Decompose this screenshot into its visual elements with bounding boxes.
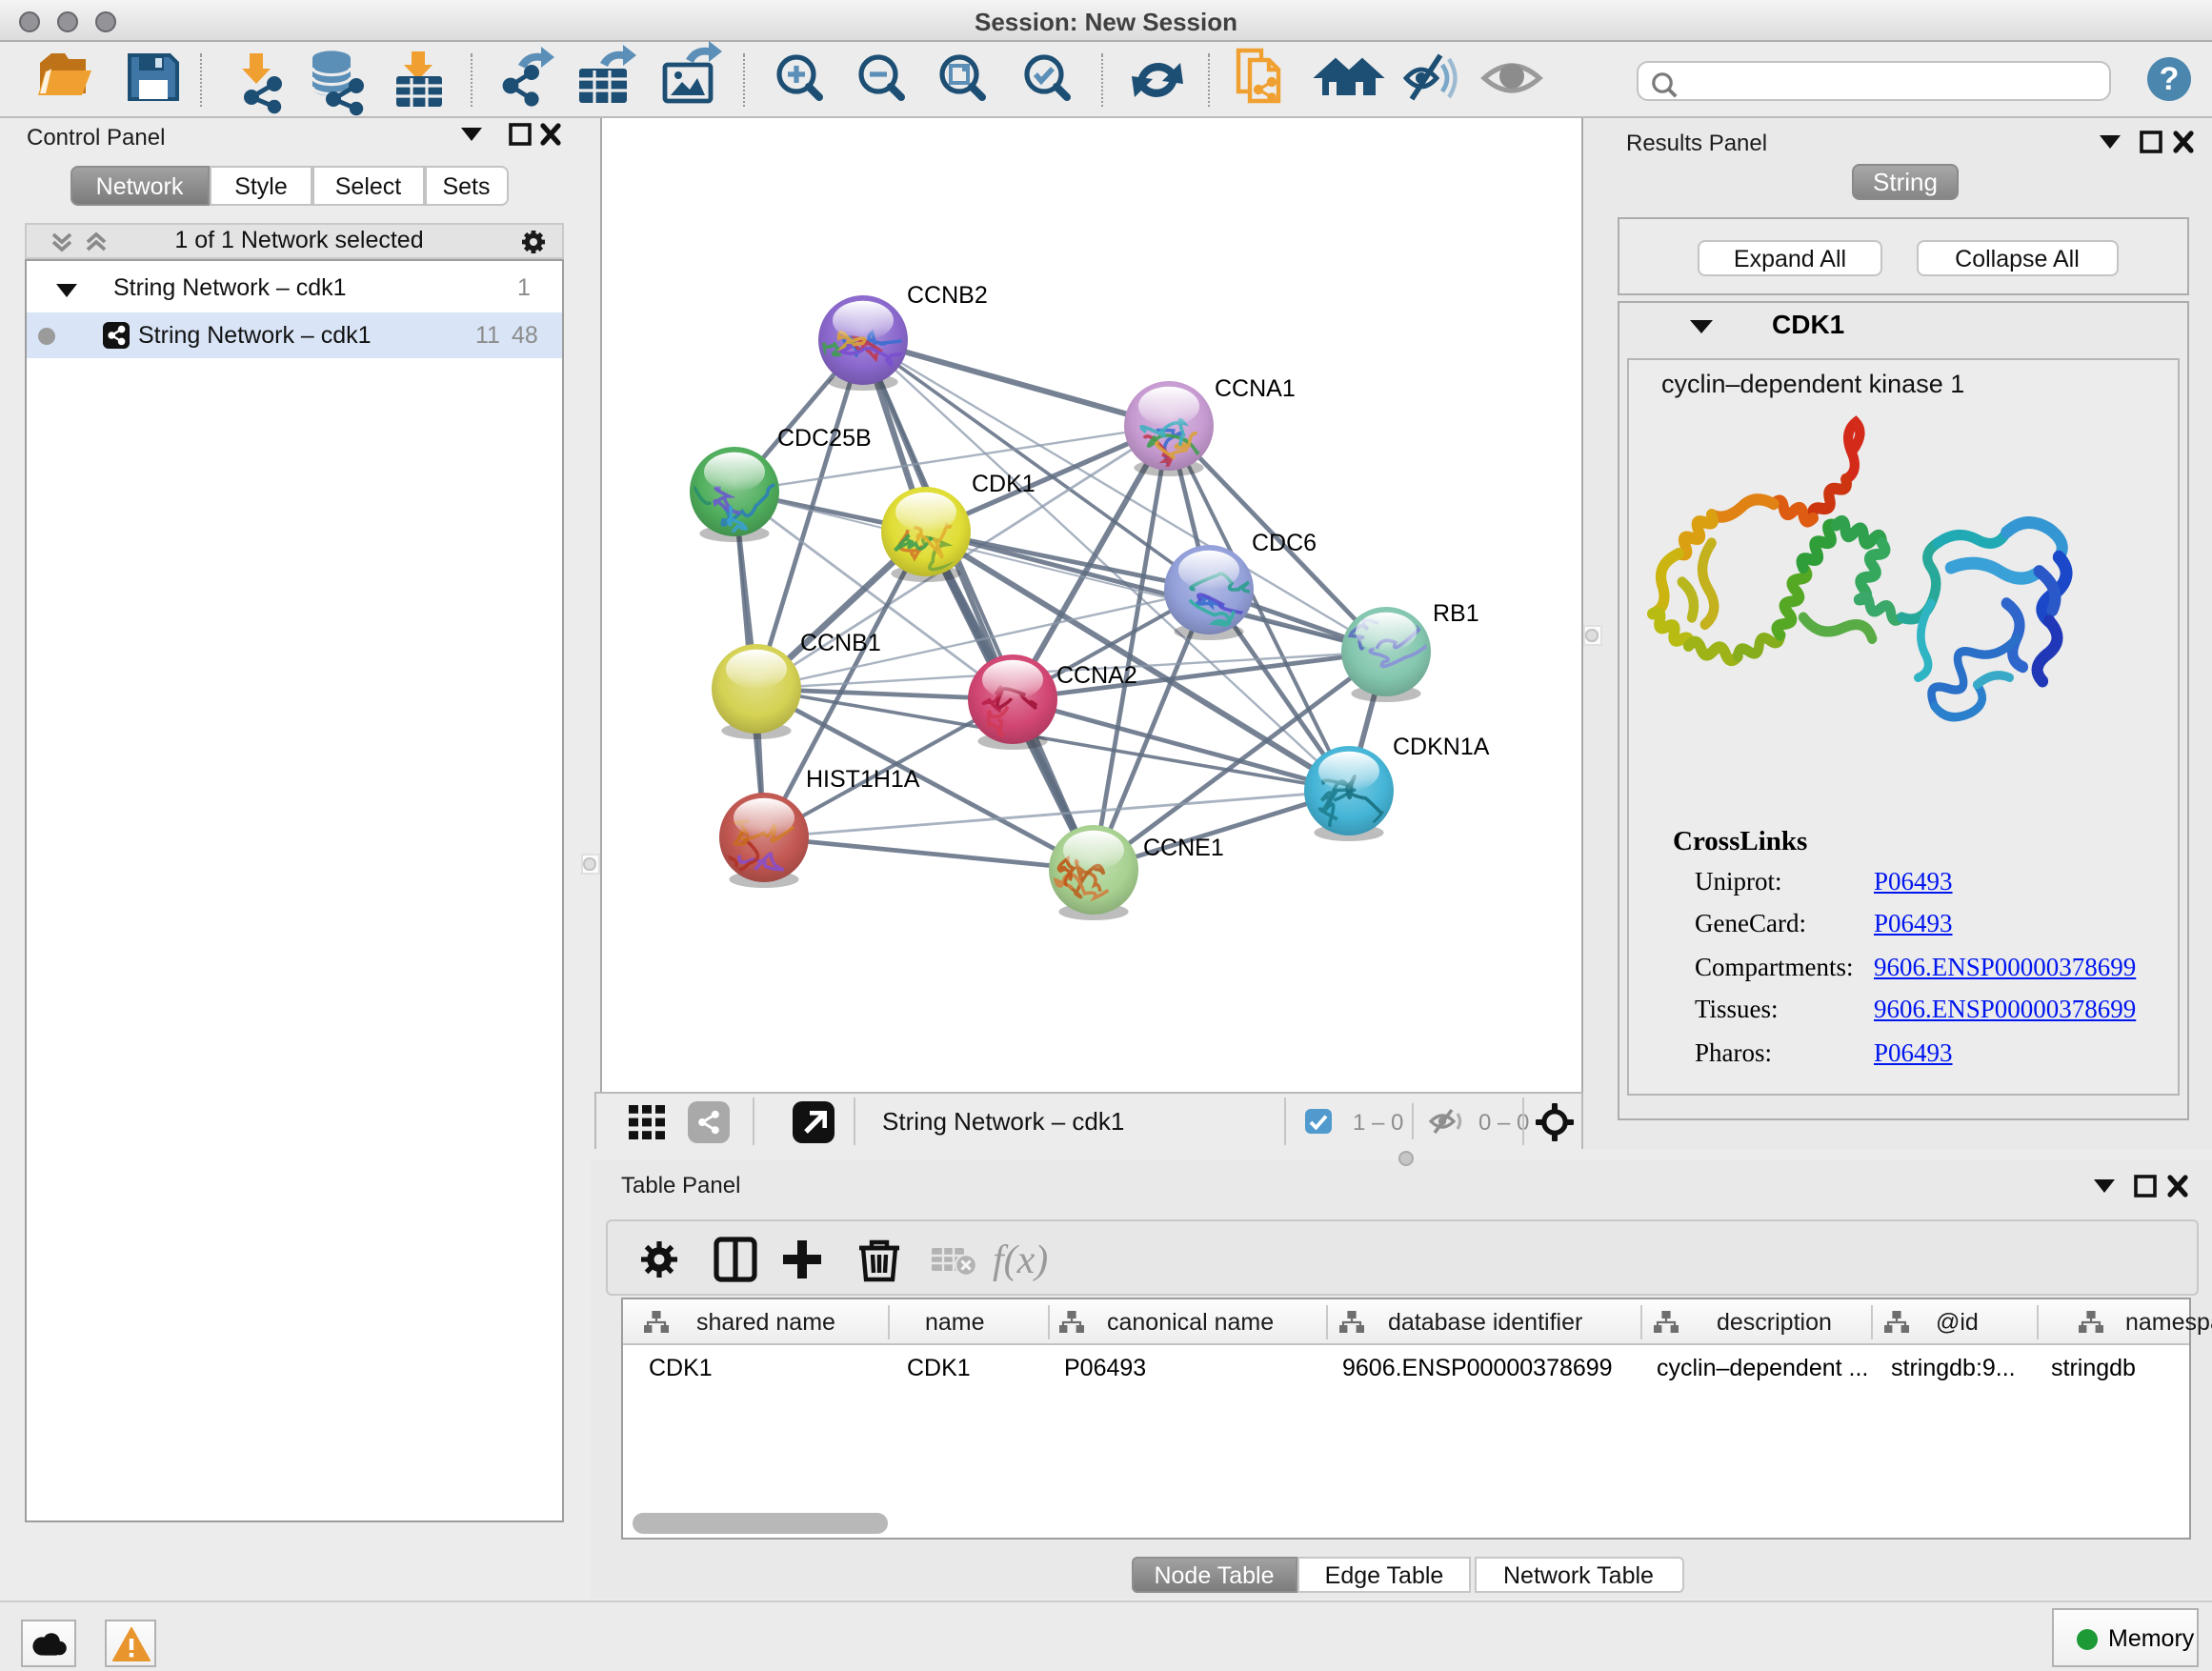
svg-text:CDK1: CDK1 bbox=[972, 471, 1036, 497]
svg-text:RB1: RB1 bbox=[1433, 600, 1479, 627]
svg-text:CCNE1: CCNE1 bbox=[1143, 835, 1224, 861]
svg-text:f(x): f(x) bbox=[992, 1238, 1047, 1282]
svg-text:CDC25B: CDC25B bbox=[777, 425, 872, 452]
svg-text:CDKN1A: CDKN1A bbox=[1393, 734, 1490, 760]
svg-text:?: ? bbox=[2160, 61, 2180, 97]
svg-text:CCNB1: CCNB1 bbox=[800, 630, 881, 656]
svg-text:CCNA1: CCNA1 bbox=[1215, 375, 1296, 402]
svg-text:CCNB2: CCNB2 bbox=[907, 282, 988, 309]
svg-text:CCNA2: CCNA2 bbox=[1056, 662, 1137, 689]
svg-text:HIST1H1A: HIST1H1A bbox=[806, 766, 920, 793]
svg-text:CDC6: CDC6 bbox=[1252, 530, 1317, 556]
